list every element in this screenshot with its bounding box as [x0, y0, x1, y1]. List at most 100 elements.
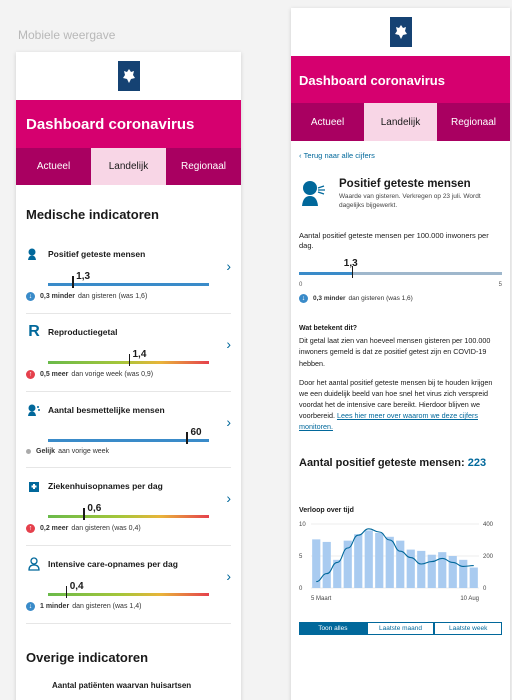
chart-bar: [438, 551, 447, 588]
chevron-right-icon[interactable]: ›: [226, 336, 231, 352]
chart-bar: [406, 549, 415, 588]
chart-bar: [364, 529, 373, 588]
indicator-change-note: ↑ 0,2 meer dan gisteren (was 0,4): [26, 524, 231, 533]
chevron-right-icon[interactable]: ›: [226, 568, 231, 584]
indicator-change-note: ↓ 1 minder dan gisteren (was 1,4): [26, 602, 231, 611]
indicator-title: Aantal besmettelijke mensen: [48, 405, 165, 415]
person-coughing-icon: [26, 246, 42, 262]
view-caption: Mobiele weergave: [18, 28, 116, 42]
indicator-change-text: dan gisteren (was 1,4): [72, 603, 142, 610]
person-coughing-icon: [299, 178, 329, 208]
indicator-title: Positief geteste mensen: [48, 249, 146, 259]
indicator-value: 0,6: [87, 503, 102, 514]
change-amount: 0,3 minder: [313, 295, 346, 303]
indicator-change-note: ↑ 0,5 meer dan vorige week (was 0,9): [26, 370, 231, 379]
indicator-header: Intensive care-opnames per dag: [26, 556, 231, 572]
indicator-list: Positief geteste mensen 1,3 ↓ 0,3 minder dan…: [16, 236, 241, 624]
indicator-item[interactable]: R Reproductiegetal 1,4 ↑ 0,5 meer dan vorige …: [26, 314, 231, 392]
indicator-value: 0,4: [69, 581, 84, 592]
indicator-change-text: dan gisteren (was 0,4): [71, 525, 141, 532]
trend-chart: 0 0 5 200 10 400 5 Maart 10 Aug: [297, 518, 504, 614]
scale-max: 5: [498, 282, 502, 289]
indicator-marker: [128, 354, 130, 366]
value-bar: 1,3: [299, 256, 502, 282]
page-title: Dashboard coronavirus: [16, 100, 241, 148]
indicator-value: 1,4: [132, 349, 147, 360]
indicator-bar: 0,6: [48, 500, 209, 520]
chevron-right-icon[interactable]: ›: [226, 490, 231, 506]
range-button-month[interactable]: Laatste maand: [366, 621, 435, 635]
indicator-title: Reproductiegetal: [48, 327, 118, 337]
range-button-all[interactable]: Toon alles: [299, 621, 367, 635]
overige-first-item[interactable]: Aantal patiënten waarvan huisartsen: [16, 665, 241, 690]
back-link[interactable]: ‹ Terug naar alle cijfers: [291, 141, 510, 160]
change-note: ↓ 0,3 minder dan gisteren (was 1,6): [291, 288, 510, 304]
indicator-change-text: aan vorige week: [58, 448, 110, 455]
logo-bar: [16, 52, 241, 100]
arrow-down-icon: ↓: [26, 602, 35, 611]
range-selector: Toon alles Laatste maand Laatste week: [299, 621, 503, 635]
chevron-right-icon[interactable]: ›: [226, 414, 231, 430]
indicator-bar: 1,4: [48, 346, 209, 366]
indicator-bar-track: [48, 593, 209, 596]
left-axis-tick: 0: [299, 586, 303, 592]
tab-actueel[interactable]: Actueel: [291, 103, 364, 141]
tab-regionaal[interactable]: Regionaal: [166, 148, 241, 185]
chart-bar: [375, 532, 384, 588]
tab-bar: Actueel Landelijk Regionaal: [16, 148, 241, 185]
government-logo: [389, 17, 412, 47]
tab-bar: Actueel Landelijk Regionaal: [291, 103, 510, 141]
indicator-change-note: ↓ 0,3 minder dan gisteren (was 1,6): [26, 292, 231, 301]
x-axis-start-label: 5 Maart: [311, 596, 332, 602]
page-title: Dashboard coronavirus: [291, 56, 510, 103]
reproduction-r-icon: R: [28, 323, 40, 340]
chart-title: Verloop over tijd: [299, 506, 354, 514]
indicator-header: Aantal besmettelijke mensen: [26, 402, 231, 418]
overige-title: Overige indicatoren: [26, 650, 149, 665]
arrow-down-icon: ↓: [26, 292, 35, 301]
chevron-right-icon[interactable]: ›: [226, 258, 231, 274]
hospital-icon: [26, 478, 42, 494]
metric-label: Aantal positief geteste mensen per 100.0…: [299, 230, 489, 251]
detail-title: Positief geteste mensen: [339, 178, 471, 190]
indicator-change-note: Gelijk aan vorige week: [26, 448, 231, 455]
indicator-change-amount: 1 minder: [40, 603, 70, 610]
chart-bar: [396, 540, 405, 588]
indicator-bar-track: [48, 515, 209, 518]
indicator-change-amount: 0,3 minder: [40, 293, 76, 300]
range-button-week[interactable]: Laatste week: [434, 621, 503, 635]
indicator-item[interactable]: Positief geteste mensen 1,3 ↓ 0,3 minder dan…: [26, 236, 231, 314]
indicator-marker: [83, 508, 85, 520]
value-bar-fill: [299, 272, 352, 276]
hero: Positief geteste mensen Waarde van giste…: [291, 160, 510, 211]
chart-bar: [385, 536, 394, 588]
section-title: Medische indicatoren: [26, 207, 159, 222]
chart-bar: [469, 567, 478, 588]
arrow-up-icon: ↑: [26, 370, 35, 379]
tab-landelijk[interactable]: Landelijk: [364, 103, 437, 141]
right-axis-tick: 0: [483, 586, 487, 592]
indicator-change-text: dan vorige week (was 0,9): [71, 371, 154, 378]
detail-subtitle: Waarde van gisteren. Verkregen op 23 jul…: [339, 193, 481, 209]
scale-min: 0: [299, 282, 303, 289]
indicator-item[interactable]: Ziekenhuisopnames per dag 0,6 ↑ 0,2 meer dan…: [26, 468, 231, 546]
indicator-change-amount: 0,5 meer: [40, 371, 69, 378]
indicator-change-text: dan gisteren (was 1,6): [78, 293, 148, 300]
indicator-item[interactable]: Aantal besmettelijke mensen 60 Gelijk aan v…: [26, 392, 231, 468]
tab-regionaal[interactable]: Regionaal: [437, 103, 510, 141]
arrow-down-icon: ↓: [299, 294, 308, 304]
tab-landelijk[interactable]: Landelijk: [91, 148, 166, 185]
x-axis-end-label: 10 Aug: [460, 596, 479, 602]
indicator-header: R Reproductiegetal: [26, 323, 231, 340]
chart-bar: [427, 554, 436, 588]
indicator-item[interactable]: Intensive care-opnames per dag 0,4 ↓ 1 mind…: [26, 546, 231, 624]
explanation-title: Wat betekent dit?: [299, 325, 358, 333]
indicator-change-amount: 0,2 meer: [40, 525, 69, 532]
logo-bar: [291, 8, 510, 56]
change-text: dan gisteren (was 1,6): [348, 295, 413, 303]
indicator-bar: 60: [48, 424, 209, 444]
tab-actueel[interactable]: Actueel: [16, 148, 91, 185]
chart-bar: [322, 541, 331, 588]
explanation-text-2: Door het aantal positief geteste mensen …: [291, 369, 510, 433]
equal-dot-icon: [26, 449, 31, 454]
